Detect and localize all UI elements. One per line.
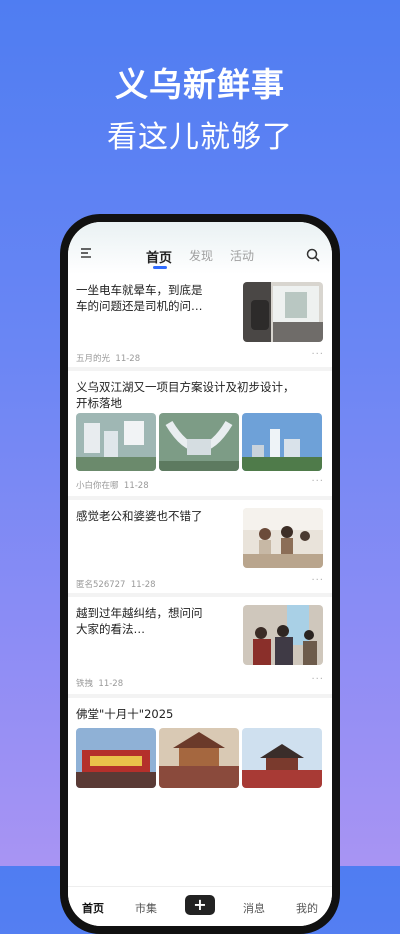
post-feed[interactable]: 一坐电车就晕车，到底是 车的问题还是司机的问… 五月的光 11-28 ··· 义…	[68, 274, 332, 886]
post-item[interactable]: 越到过年越纠结，想问问 大家的看法… 铁拽 11-28 ···	[68, 597, 332, 693]
post-title: 义乌双江湖又一项目方案设计及初步设计， 开标落地	[76, 380, 295, 410]
menu-icon[interactable]	[80, 247, 94, 259]
post-item[interactable]: 佛堂"十月十"2025	[68, 698, 332, 808]
promo-title: 义乌新鲜事	[115, 65, 285, 104]
post-image-aerial-2	[159, 413, 239, 471]
nav-home[interactable]: 首页	[82, 900, 104, 916]
post-thumbnail-family-dinner	[243, 508, 323, 568]
phone-frame: 首页 发现 活动 一坐电车就晕车，到底是 车的问题还是司机的问… 五月的光 11…	[60, 214, 340, 934]
tab-activities[interactable]: 活动	[230, 247, 254, 264]
post-meta: 五月的光 11-28	[76, 354, 141, 364]
promo-subtitle: 看这儿就够了	[107, 120, 293, 155]
active-tab-indicator	[153, 266, 167, 269]
top-bar: 首页 发现 活动	[68, 222, 332, 274]
post-title: 佛堂"十月十"2025	[76, 707, 174, 721]
post-image-aerial-1	[76, 413, 156, 471]
nav-market[interactable]: 市集	[135, 900, 157, 916]
search-icon[interactable]	[306, 248, 320, 262]
post-meta: 匿名526727 11-28	[76, 580, 156, 590]
post-image-festival-stage	[76, 728, 156, 788]
post-thumbnail-gathering	[243, 605, 323, 665]
app-screen: 首页 发现 活动 一坐电车就晕车，到底是 车的问题还是司机的问… 五月的光 11…	[68, 222, 332, 926]
more-options-icon[interactable]: ···	[311, 349, 324, 360]
post-title: 感觉老公和婆婆也不错了	[76, 509, 203, 523]
add-post-button[interactable]: +	[185, 895, 215, 915]
post-image-temple	[242, 728, 322, 788]
post-item[interactable]: 感觉老公和婆婆也不错了 匿名526727 11-28 ···	[68, 500, 332, 592]
post-thumbnail-car-interior	[243, 282, 323, 342]
tab-discover[interactable]: 发现	[189, 247, 213, 264]
bottom-nav: 首页 市集 + 消息 我的	[68, 886, 332, 926]
nav-messages[interactable]: 消息	[243, 900, 265, 916]
post-title: 一坐电车就晕车，到底是 车的问题还是司机的问…	[76, 283, 203, 313]
nav-mine[interactable]: 我的	[296, 900, 318, 916]
tab-home[interactable]: 首页	[146, 247, 172, 266]
post-title: 越到过年越纠结，想问问 大家的看法…	[76, 606, 203, 636]
more-options-icon[interactable]: ···	[311, 476, 324, 487]
more-options-icon[interactable]: ···	[311, 674, 324, 685]
post-meta: 小白你在哪 11-28	[76, 481, 149, 491]
post-meta: 铁拽 11-28	[76, 679, 124, 689]
post-item[interactable]: 一坐电车就晕车，到底是 车的问题还是司机的问… 五月的光 11-28 ···	[68, 274, 332, 366]
post-item[interactable]: 义乌双江湖又一项目方案设计及初步设计， 开标落地 小白你在哪 11-28 ···	[68, 371, 332, 495]
post-image-skyline	[242, 413, 322, 471]
post-image-festival-crowd	[159, 728, 239, 788]
more-options-icon[interactable]: ···	[311, 575, 324, 586]
